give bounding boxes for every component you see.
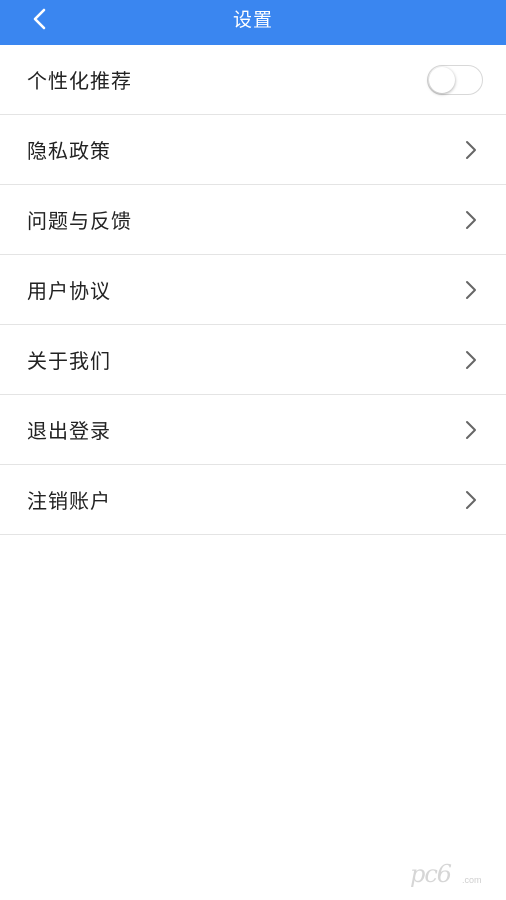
chevron-right-icon bbox=[466, 211, 476, 229]
settings-item-label: 注销账户 bbox=[27, 489, 111, 513]
settings-screen: 设置 个性化推荐 隐私政策 问题与反馈 用户协议 关于我们 退出登录 注销账户 … bbox=[0, 0, 506, 900]
page-title: 设置 bbox=[232, 9, 273, 31]
settings-item-personalized-recommendation: 个性化推荐 bbox=[0, 45, 506, 115]
settings-item-label: 个性化推荐 bbox=[27, 69, 132, 93]
settings-item-label: 问题与反馈 bbox=[27, 209, 132, 233]
header-bar: 设置 bbox=[0, 0, 506, 45]
watermark-logo: pc6 .com bbox=[410, 860, 496, 888]
chevron-right-icon bbox=[466, 281, 476, 299]
watermark-domain: .com bbox=[462, 875, 482, 885]
settings-item-feedback[interactable]: 问题与反馈 bbox=[0, 185, 506, 255]
toggle-knob bbox=[429, 67, 455, 93]
settings-item-label: 关于我们 bbox=[27, 349, 111, 373]
chevron-right-icon bbox=[466, 491, 476, 509]
chevron-right-icon bbox=[466, 421, 476, 439]
settings-item-user-agreement[interactable]: 用户协议 bbox=[0, 255, 506, 325]
settings-item-logout[interactable]: 退出登录 bbox=[0, 395, 506, 465]
chevron-right-icon bbox=[466, 141, 476, 159]
settings-item-delete-account[interactable]: 注销账户 bbox=[0, 465, 506, 535]
settings-item-label: 用户协议 bbox=[27, 279, 111, 303]
settings-item-label: 退出登录 bbox=[27, 419, 111, 443]
watermark-text: pc6 bbox=[410, 860, 452, 888]
settings-item-about-us[interactable]: 关于我们 bbox=[0, 325, 506, 395]
settings-item-privacy-policy[interactable]: 隐私政策 bbox=[0, 115, 506, 185]
settings-item-label: 隐私政策 bbox=[27, 139, 111, 163]
personalized-recommendation-toggle[interactable] bbox=[427, 65, 483, 95]
chevron-right-icon bbox=[466, 351, 476, 369]
settings-list: 个性化推荐 隐私政策 问题与反馈 用户协议 关于我们 退出登录 注销账户 bbox=[0, 45, 506, 535]
